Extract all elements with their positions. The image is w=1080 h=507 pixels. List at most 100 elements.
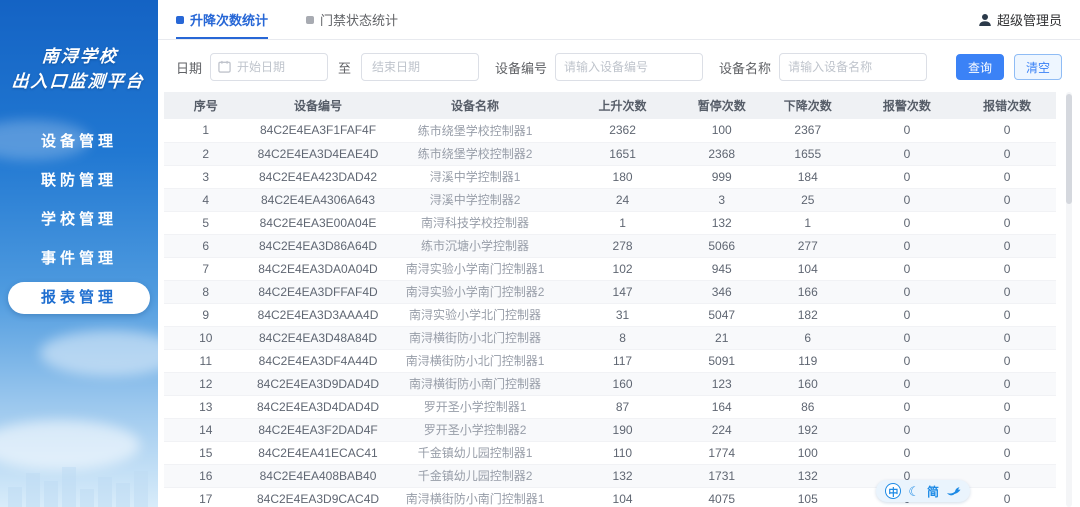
table-scrollbar[interactable] bbox=[1066, 92, 1072, 507]
scrollbar-thumb[interactable] bbox=[1066, 94, 1072, 204]
report-table: 序号 设备编号 设备名称 上升次数 暂停次数 下降次数 报警次数 报错次数 1 84C2E4EA… bbox=[164, 92, 1056, 507]
table-row[interactable]: 14 84C2E4EA3F2DAD4F 罗开圣小学控制器2 190 224 192 0 0 bbox=[164, 418, 1056, 442]
dove-icon[interactable] bbox=[946, 485, 961, 498]
column-header: 报警次数 bbox=[855, 92, 959, 119]
cell-device-name: 练市绕堡学校控制器1 bbox=[388, 119, 562, 143]
device-id-label: 设备编号 bbox=[495, 60, 548, 76]
sidebar-item-4[interactable]: 报表管理 bbox=[8, 282, 150, 314]
cell-fall-count: 86 bbox=[759, 395, 856, 419]
cell-device-id: 84C2E4EA3DF4A44D bbox=[247, 349, 389, 373]
column-header: 报错次数 bbox=[958, 92, 1056, 119]
cell-rise-count: 104 bbox=[561, 487, 684, 507]
tab-label: 升降次数统计 bbox=[190, 13, 269, 28]
cell-device-name: 罗开圣小学控制器2 bbox=[388, 418, 562, 442]
sidebar-item-0[interactable]: 设备管理 bbox=[8, 126, 150, 158]
table-body: 1 84C2E4EA3F1FAF4F 练市绕堡学校控制器1 2362 100 2367 0 0… bbox=[164, 119, 1056, 507]
column-header: 上升次数 bbox=[561, 92, 684, 119]
cell-device-name: 千金镇幼儿园控制器2 bbox=[388, 464, 562, 488]
table-row[interactable]: 7 84C2E4EA3DA0A04D 南浔实验小学南门控制器1 102 945 104 0 0 bbox=[164, 257, 1056, 281]
cell-fall-count: 25 bbox=[759, 188, 856, 212]
end-date-input[interactable] bbox=[361, 53, 480, 81]
user-menu[interactable]: 超级管理员 bbox=[978, 0, 1062, 39]
ime-toolbar[interactable]: 中 ☾ 简 bbox=[876, 480, 970, 502]
device-id-input[interactable] bbox=[555, 53, 704, 81]
table-row[interactable]: 11 84C2E4EA3DF4A44D 南浔横街防小北门控制器1 117 5091 119… bbox=[164, 349, 1056, 373]
table-row[interactable]: 2 84C2E4EA3D4EAE4D 练市绕堡学校控制器2 1651 2368 1655 0… bbox=[164, 142, 1056, 166]
tab-1[interactable]: 门禁状态统计 bbox=[306, 0, 398, 39]
cell-device-id: 84C2E4EA3E00A04E bbox=[247, 211, 389, 235]
filter-actions: 查询 清空 bbox=[955, 54, 1062, 80]
cell-error-count: 0 bbox=[958, 303, 1056, 327]
tab-0[interactable]: 升降次数统计 bbox=[176, 0, 269, 39]
cell-index: 14 bbox=[164, 418, 248, 442]
cell-rise-count: 278 bbox=[561, 234, 684, 258]
cell-device-name: 练市沉塘小学控制器 bbox=[388, 234, 562, 258]
cell-device-id: 84C2E4EA41ECAC41 bbox=[247, 441, 389, 465]
cell-device-name: 练市绕堡学校控制器2 bbox=[388, 142, 562, 166]
column-header: 设备名称 bbox=[388, 92, 562, 119]
cell-alarm-count: 0 bbox=[855, 165, 959, 189]
table-row[interactable]: 13 84C2E4EA3D4DAD4D 罗开圣小学控制器1 87 164 86 0 0 bbox=[164, 395, 1056, 419]
cell-device-id: 84C2E4EA3D4DAD4D bbox=[247, 395, 389, 419]
cell-rise-count: 180 bbox=[561, 165, 684, 189]
table-row[interactable]: 4 84C2E4EA4306A643 浔溪中学控制器2 24 3 25 0 0 bbox=[164, 188, 1056, 212]
ime-simplified-toggle[interactable]: 简 bbox=[927, 483, 939, 500]
cell-alarm-count: 0 bbox=[855, 395, 959, 419]
cell-index: 17 bbox=[164, 487, 248, 507]
cell-rise-count: 87 bbox=[561, 395, 684, 419]
cell-device-id: 84C2E4EA3D86A64D bbox=[247, 234, 389, 258]
end-date-wrap bbox=[361, 53, 480, 81]
table-row[interactable]: 6 84C2E4EA3D86A64D 练市沉塘小学控制器 278 5066 277 0 0 bbox=[164, 234, 1056, 258]
cell-index: 11 bbox=[164, 349, 248, 373]
column-header: 序号 bbox=[164, 92, 248, 119]
cell-rise-count: 1651 bbox=[561, 142, 684, 166]
cell-rise-count: 117 bbox=[561, 349, 684, 373]
sidebar-item-3[interactable]: 事件管理 bbox=[8, 243, 150, 275]
table-row[interactable]: 5 84C2E4EA3E00A04E 南浔科技学校控制器 1 132 1 0 0 bbox=[164, 211, 1056, 235]
cell-index: 6 bbox=[164, 234, 248, 258]
cell-device-id: 84C2E4EA3D9DAD4D bbox=[247, 372, 389, 396]
table-row[interactable]: 8 84C2E4EA3DFFAF4D 南浔实验小学南门控制器2 147 346 166 0 0 bbox=[164, 280, 1056, 304]
cell-device-id: 84C2E4EA3F2DAD4F bbox=[247, 418, 389, 442]
column-header: 暂停次数 bbox=[683, 92, 760, 119]
cell-index: 1 bbox=[164, 119, 248, 143]
ime-language-icon[interactable]: 中 bbox=[885, 483, 902, 499]
clear-button[interactable]: 清空 bbox=[1013, 54, 1062, 80]
cell-rise-count: 1 bbox=[561, 211, 684, 235]
cell-device-id: 84C2E4EA4306A643 bbox=[247, 188, 389, 212]
sidebar-item-1[interactable]: 联防管理 bbox=[8, 165, 150, 197]
cell-pause-count: 5091 bbox=[683, 349, 760, 373]
top-bar: 升降次数统计 门禁状态统计 超级管理员 bbox=[158, 0, 1080, 40]
sidebar-item-2[interactable]: 学校管理 bbox=[8, 204, 150, 236]
cell-alarm-count: 0 bbox=[855, 441, 959, 465]
cell-error-count: 0 bbox=[958, 326, 1056, 350]
table-row[interactable]: 9 84C2E4EA3D3AAA4D 南浔实验小学北门控制器 31 5047 182 0 0 bbox=[164, 303, 1056, 327]
cell-index: 2 bbox=[164, 142, 248, 166]
cell-index: 8 bbox=[164, 280, 248, 304]
cell-index: 16 bbox=[164, 464, 248, 488]
cell-rise-count: 160 bbox=[561, 372, 684, 396]
device-name-label: 设备名称 bbox=[719, 60, 772, 76]
cell-alarm-count: 0 bbox=[855, 303, 959, 327]
device-name-input[interactable] bbox=[779, 53, 928, 81]
cell-pause-count: 5066 bbox=[683, 234, 760, 258]
cell-index: 10 bbox=[164, 326, 248, 350]
table-row[interactable]: 10 84C2E4EA3D48A84D 南浔横街防小北门控制器 8 21 6 0 0 bbox=[164, 326, 1056, 350]
cell-alarm-count: 0 bbox=[855, 257, 959, 281]
cell-fall-count: 182 bbox=[759, 303, 856, 327]
cell-error-count: 0 bbox=[958, 487, 1056, 507]
cell-error-count: 0 bbox=[958, 280, 1056, 304]
moon-icon[interactable]: ☾ bbox=[908, 485, 920, 498]
cell-device-name: 南浔横街防小南门控制器 bbox=[388, 372, 562, 396]
table-row[interactable]: 1 84C2E4EA3F1FAF4F 练市绕堡学校控制器1 2362 100 2367 0 0 bbox=[164, 119, 1056, 143]
cell-rise-count: 190 bbox=[561, 418, 684, 442]
user-icon bbox=[979, 13, 991, 26]
cell-pause-count: 4075 bbox=[683, 487, 760, 507]
cell-error-count: 0 bbox=[958, 441, 1056, 465]
sidebar: 南浔学校 出入口监测平台 设备管理 联防管理 学校管理 事件管理 报表管理 bbox=[0, 0, 158, 507]
search-button[interactable]: 查询 bbox=[955, 54, 1004, 80]
table-row[interactable]: 15 84C2E4EA41ECAC41 千金镇幼儿园控制器1 110 1774 100 0 0 bbox=[164, 441, 1056, 465]
table-row[interactable]: 12 84C2E4EA3D9DAD4D 南浔横街防小南门控制器 160 123 160 0 0 bbox=[164, 372, 1056, 396]
table-row[interactable]: 3 84C2E4EA423DAD42 浔溪中学控制器1 180 999 184 0 0 bbox=[164, 165, 1056, 189]
cell-alarm-count: 0 bbox=[855, 142, 959, 166]
